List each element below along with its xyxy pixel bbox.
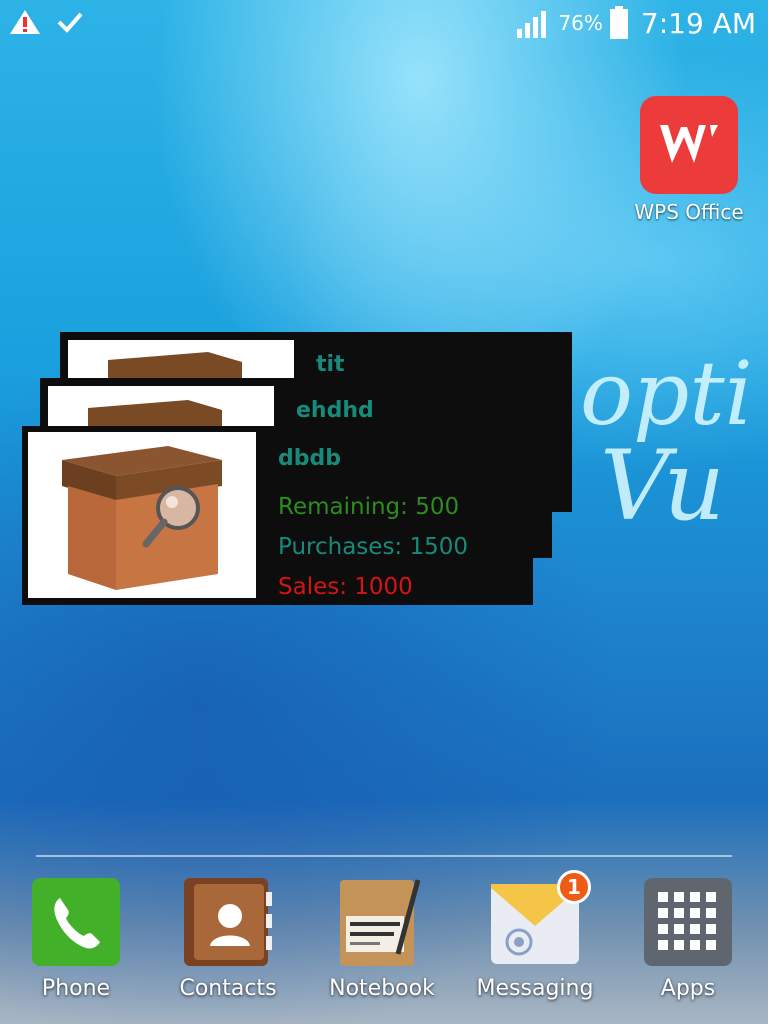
product-image [28, 432, 256, 598]
dock-label: Phone [41, 976, 111, 1001]
wallpaper-logo: opti Vu [580, 350, 768, 610]
purchases-stat: Purchases: 1500 [278, 534, 469, 560]
system-status: 76% 7:19 AM [516, 4, 756, 42]
remaining-stat: Remaining: 500 [278, 494, 460, 520]
card-title: tit [316, 352, 345, 377]
dock-item-phone[interactable]: Phone [1, 870, 151, 1001]
dock-divider [36, 855, 732, 857]
product-image [68, 340, 294, 380]
wallpaper-text-1: opti [580, 350, 753, 445]
check-icon [57, 12, 83, 33]
messaging-icon: 1 [489, 870, 591, 968]
wps-office-shortcut[interactable]: WPS Office [626, 96, 752, 224]
dock-label: Apps [660, 976, 716, 1001]
signal-icon [517, 11, 547, 38]
notebook-icon [336, 876, 428, 968]
wps-office-label: WPS Office [634, 200, 744, 224]
apps-grid-icon [642, 876, 734, 968]
status-bar: 76% 7:19 AM [0, 0, 768, 46]
dock-item-contacts[interactable]: Contacts [153, 870, 303, 1001]
inventory-card[interactable]: dbdb Remaining: 500 Purchases: 1500 Sale… [22, 426, 533, 605]
dock-item-messaging[interactable]: 1 Messaging [460, 870, 610, 1001]
battery-icon [609, 6, 628, 39]
card-title: ehdhd [296, 398, 374, 423]
unread-badge: 1 [557, 870, 591, 904]
wps-office-icon [640, 96, 738, 194]
wallpaper-text-2: Vu [600, 430, 726, 542]
app-dock: Phone Contacts Notebook 1 Messaging Apps [0, 870, 768, 1024]
dock-label: Contacts [179, 976, 277, 1001]
dock-label: Messaging [476, 976, 594, 1001]
dock-item-apps[interactable]: Apps [613, 870, 763, 1001]
dock-label: Notebook [329, 976, 435, 1001]
clock: 7:19 AM [640, 6, 756, 40]
battery-percent: 76% [558, 11, 603, 35]
warning-icon [10, 10, 40, 34]
product-image [48, 386, 274, 426]
sales-stat: Sales: 1000 [278, 574, 413, 600]
notification-icons [8, 8, 84, 36]
card-title: dbdb [278, 446, 341, 471]
contacts-icon [182, 876, 274, 968]
phone-icon [30, 876, 122, 968]
dock-item-notebook[interactable]: Notebook [307, 870, 457, 1001]
